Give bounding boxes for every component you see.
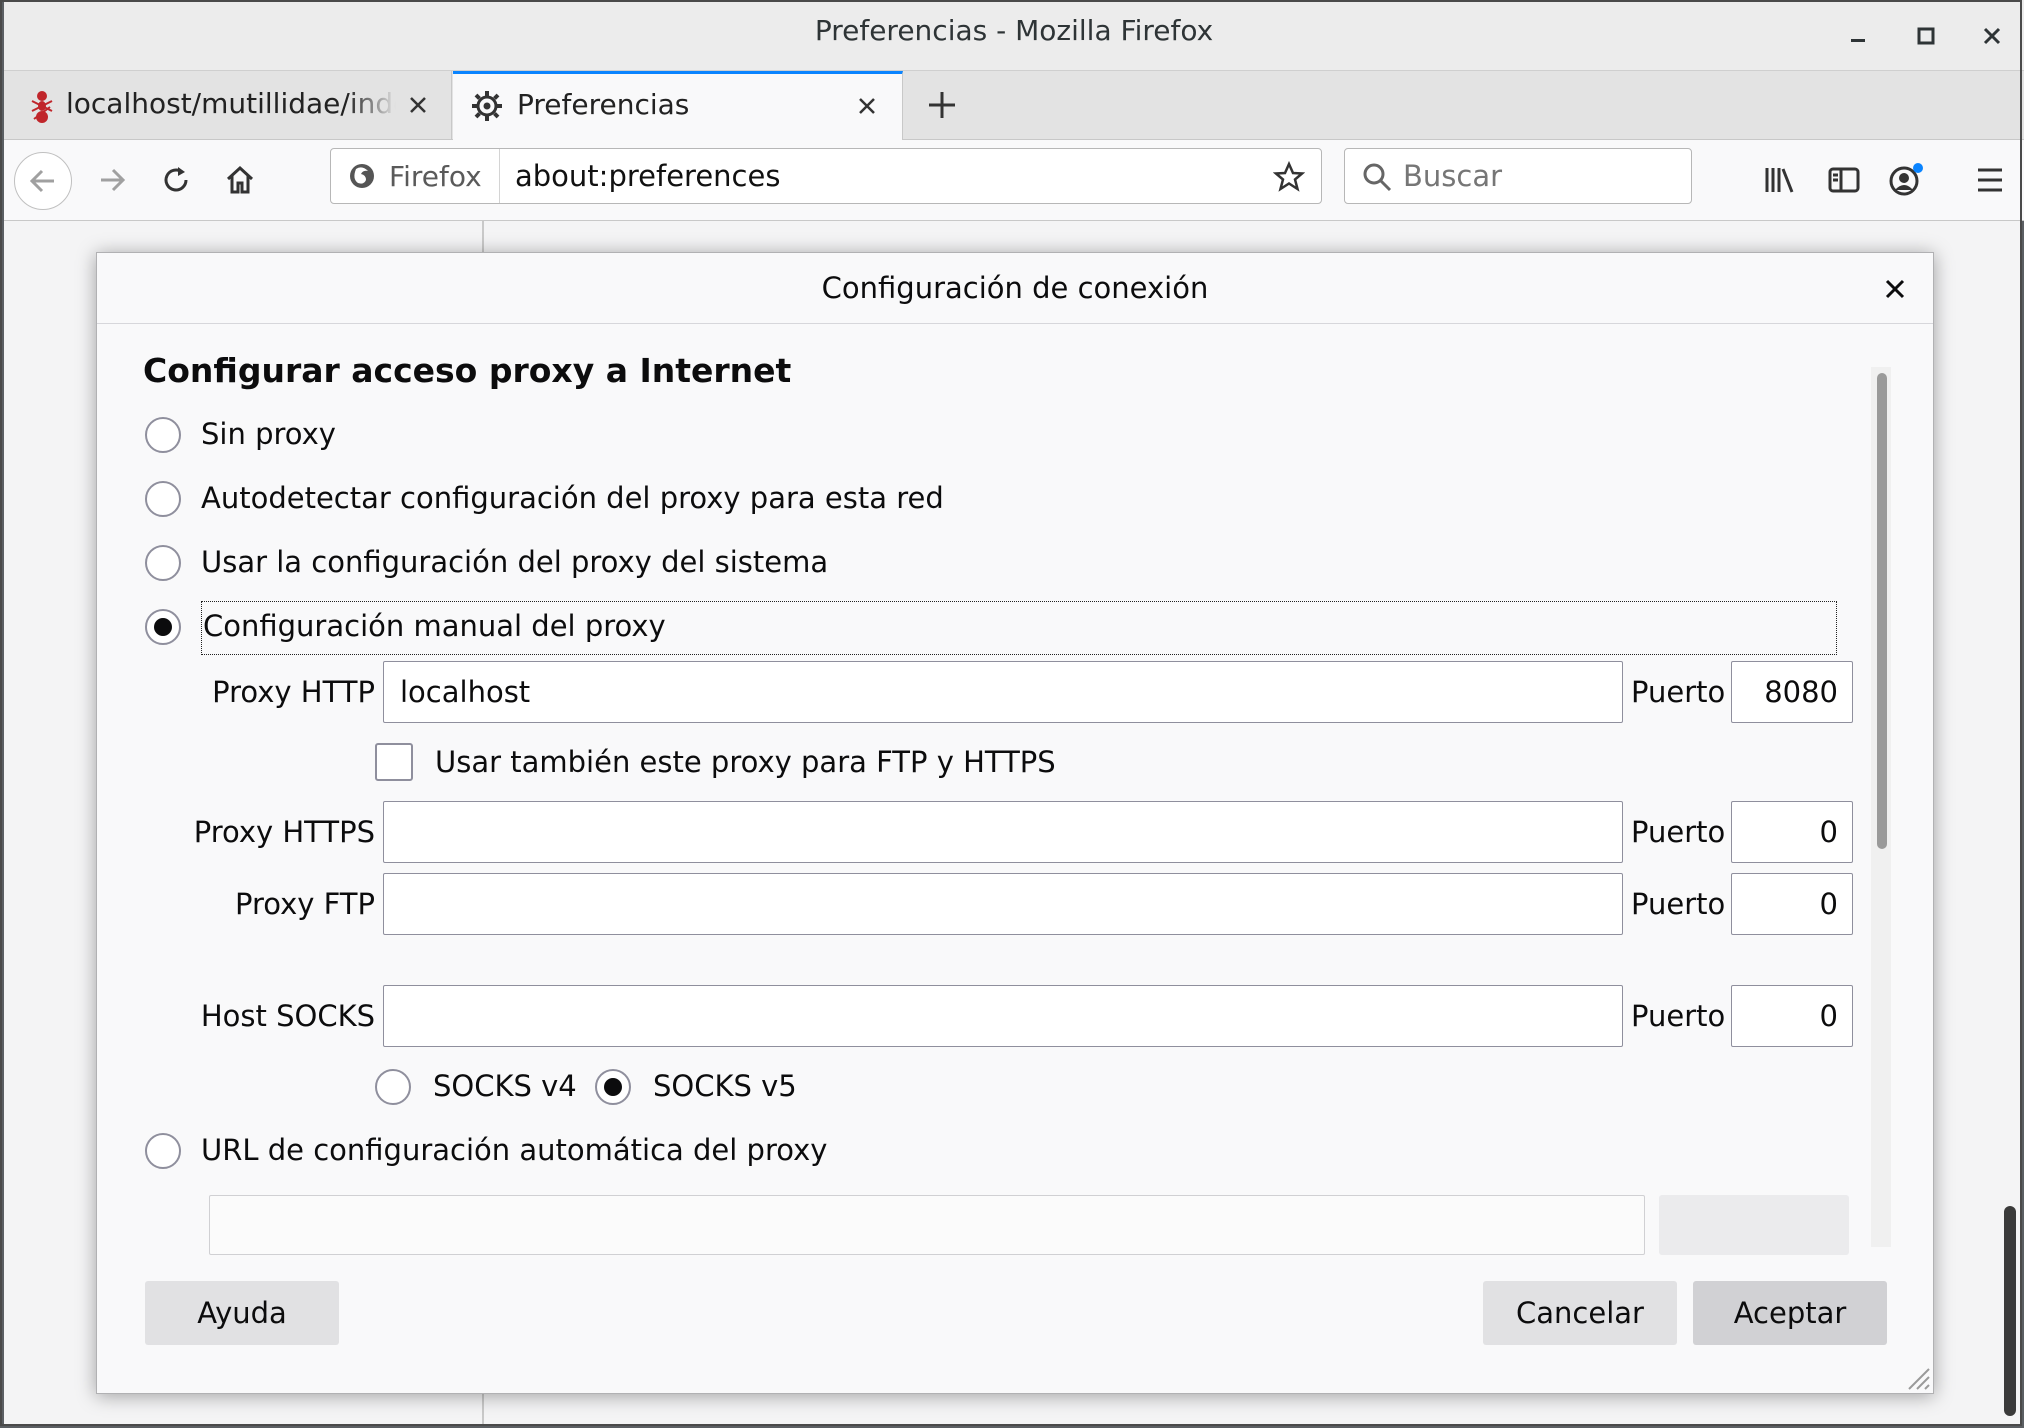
ant-favicon-icon (28, 89, 56, 123)
http-port-input[interactable]: 8080 (1731, 661, 1853, 723)
socks-port-value: 0 (1819, 999, 1838, 1033)
new-tab-icon[interactable] (920, 83, 964, 127)
bookmark-star-icon[interactable] (1273, 161, 1305, 193)
url-bar[interactable]: Firefox about:preferences (330, 148, 1322, 204)
window-title: Preferencias - Mozilla Firefox (814, 14, 1214, 47)
https-port-input[interactable]: 0 (1731, 801, 1853, 863)
radio-socks-v4[interactable] (375, 1069, 411, 1105)
socks-port-label: Puerto (1631, 999, 1726, 1033)
http-proxy-value: localhost (400, 675, 531, 709)
radio-system-proxy[interactable] (145, 545, 181, 581)
tab-close-icon[interactable] (404, 91, 432, 119)
radio-pac-url[interactable] (145, 1133, 181, 1169)
radio-autodetect[interactable] (145, 481, 181, 517)
ftp-port-input[interactable]: 0 (1731, 873, 1853, 935)
identity-label: Firefox (389, 159, 482, 193)
share-proxy-label[interactable]: Usar también este proxy para FTP y HTTPS (435, 745, 1056, 779)
http-proxy-label: Proxy HTTP (212, 675, 375, 709)
home-icon[interactable] (216, 156, 264, 204)
help-button[interactable]: Ayuda (145, 1281, 339, 1345)
socks-host-input[interactable] (383, 985, 1623, 1047)
firefox-logo-icon (347, 161, 377, 191)
back-arrow-icon[interactable] (14, 152, 72, 210)
reload-icon[interactable] (152, 156, 200, 204)
dialog-scrollbar-thumb[interactable] (1877, 373, 1887, 849)
page-scrollbar[interactable] (2004, 1206, 2016, 1416)
gear-icon (471, 90, 503, 122)
menu-hamburger-icon[interactable] (1966, 156, 2014, 204)
https-port-value: 0 (1819, 815, 1838, 849)
tab-strip: localhost/mutillidae/index Preferencias (4, 71, 2024, 140)
socks-host-label: Host SOCKS (200, 999, 375, 1033)
radio-manual-proxy-label[interactable]: Configuración manual del proxy (203, 609, 666, 643)
radio-socks-v5-label[interactable]: SOCKS v5 (653, 1069, 797, 1103)
http-proxy-input[interactable]: localhost (383, 661, 1623, 723)
https-proxy-input[interactable] (383, 801, 1623, 863)
ftp-proxy-input[interactable] (383, 873, 1623, 935)
radio-no-proxy-label[interactable]: Sin proxy (201, 417, 336, 451)
dialog-content: Configurar acceso proxy a Internet Sin p… (97, 325, 1877, 1325)
navigation-toolbar: Firefox about:preferences Buscar (4, 140, 2024, 221)
connection-settings-dialog: Configuración de conexión Configurar acc… (96, 252, 1934, 1394)
maximize-icon[interactable] (1906, 16, 1946, 56)
https-port-label: Puerto (1631, 815, 1726, 849)
tab-preferencias[interactable]: Preferencias (453, 71, 903, 140)
ftp-port-value: 0 (1819, 887, 1838, 921)
radio-autodetect-label[interactable]: Autodetectar configuración del proxy par… (201, 481, 944, 515)
forward-arrow-icon[interactable] (88, 156, 136, 204)
share-proxy-checkbox[interactable] (375, 743, 413, 781)
sidebar-icon[interactable] (1820, 156, 1868, 204)
radio-selected-dot (154, 618, 172, 636)
ftp-proxy-label: Proxy FTP (234, 887, 375, 921)
url-text[interactable]: about:preferences (515, 159, 780, 193)
radio-socks-v5[interactable] (595, 1069, 631, 1105)
http-port-value: 8080 (1764, 675, 1838, 709)
dialog-header: Configuración de conexión (97, 253, 1933, 324)
minimize-icon[interactable] (1838, 16, 1878, 56)
account-icon[interactable] (1882, 156, 1930, 204)
https-proxy-label: Proxy HTTPS (193, 815, 375, 849)
accept-button[interactable]: Aceptar (1693, 1281, 1887, 1345)
radio-manual-proxy[interactable] (145, 609, 181, 645)
cancel-button[interactable]: Cancelar (1483, 1281, 1677, 1345)
radio-pac-url-label[interactable]: URL de configuración automática del prox… (201, 1133, 827, 1167)
radio-selected-dot (604, 1078, 622, 1096)
tab-close-icon[interactable] (853, 92, 881, 120)
socks-port-input[interactable]: 0 (1731, 985, 1853, 1047)
tab-mutillidae[interactable]: localhost/mutillidae/index (4, 71, 452, 139)
radio-socks-v4-label[interactable]: SOCKS v4 (433, 1069, 577, 1103)
proxy-heading: Configurar acceso proxy a Internet (143, 351, 792, 390)
ftp-port-label: Puerto (1631, 887, 1726, 921)
resize-grip-icon[interactable] (1903, 1363, 1931, 1391)
library-icon[interactable] (1756, 156, 1804, 204)
http-port-label: Puerto (1631, 675, 1726, 709)
tab-label: Preferencias (517, 88, 690, 121)
window-close-icon[interactable] (1972, 16, 2012, 56)
pac-url-input[interactable] (209, 1195, 1645, 1255)
tab-label: localhost/mutillidae/index (66, 87, 396, 120)
radio-system-proxy-label[interactable]: Usar la configuración del proxy del sist… (201, 545, 828, 579)
pac-reload-button[interactable] (1659, 1195, 1849, 1255)
identity-box[interactable]: Firefox (331, 149, 500, 203)
search-input[interactable]: Buscar (1403, 159, 1502, 193)
dialog-close-icon[interactable] (1879, 273, 1911, 305)
search-icon (1361, 161, 1393, 193)
window-titlebar: Preferencias - Mozilla Firefox (4, 0, 2024, 71)
search-bar[interactable]: Buscar (1344, 148, 1692, 204)
radio-no-proxy[interactable] (145, 417, 181, 453)
dialog-title: Configuración de conexión (821, 271, 1209, 305)
